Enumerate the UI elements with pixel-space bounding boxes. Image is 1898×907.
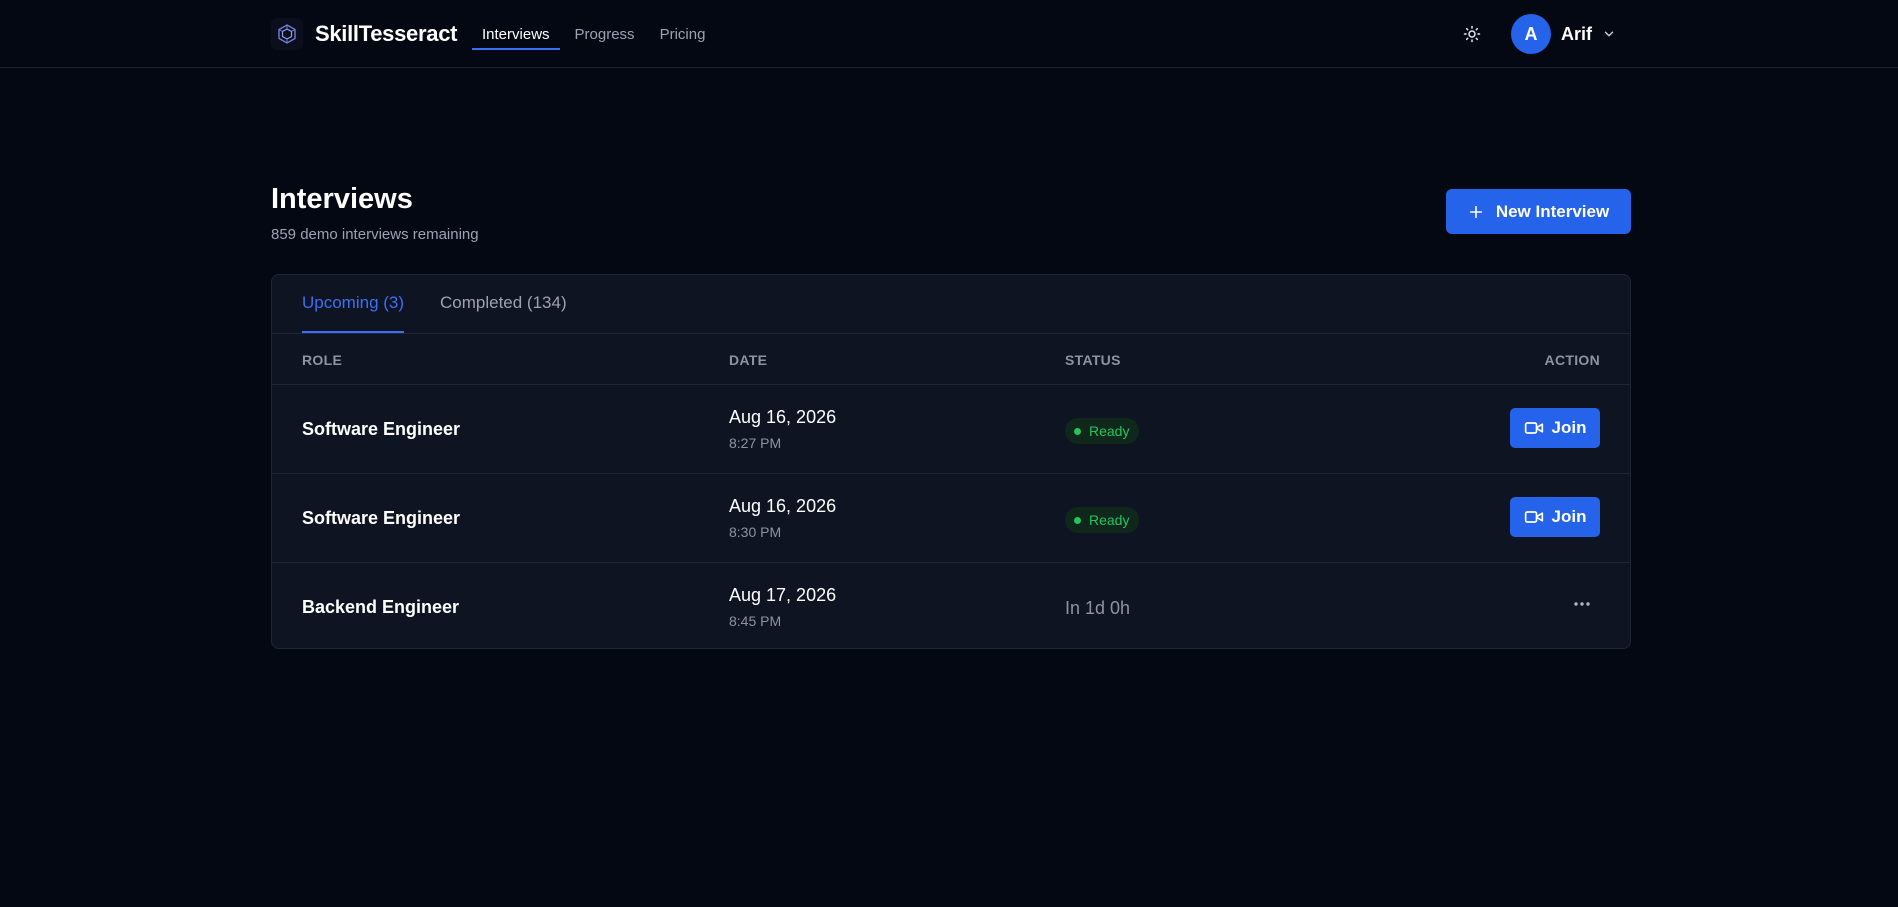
more-actions-button[interactable] bbox=[1570, 597, 1594, 611]
column-header-status: STATUS bbox=[1065, 352, 1121, 368]
video-camera-icon bbox=[1524, 509, 1544, 525]
table-row: Backend Engineer Aug 17, 2026 8:45 PM In… bbox=[272, 563, 1630, 648]
plus-icon bbox=[1468, 204, 1484, 220]
status-badge-label: Ready bbox=[1089, 512, 1130, 528]
date-cell: Aug 17, 2026 bbox=[729, 585, 837, 605]
video-camera-icon bbox=[1524, 420, 1544, 436]
time-cell: 8:30 PM bbox=[729, 524, 782, 540]
tab-upcoming[interactable]: Upcoming (3) bbox=[302, 293, 405, 333]
new-interview-button[interactable]: New Interview bbox=[1446, 189, 1631, 234]
date-cell: Aug 16, 2026 bbox=[729, 496, 837, 516]
status-countdown: In 1d 0h bbox=[1065, 598, 1131, 618]
role-cell: Backend Engineer bbox=[302, 597, 460, 617]
role-cell: Software Engineer bbox=[302, 508, 461, 528]
tab-completed[interactable]: Completed (134) bbox=[440, 293, 567, 313]
join-button-label: Join bbox=[1551, 418, 1587, 437]
user-name: Arif bbox=[1561, 23, 1592, 44]
column-header-date: DATE bbox=[729, 352, 768, 368]
top-navigation-bar: SkillTesseract Interviews Progress Prici… bbox=[0, 0, 1898, 68]
user-menu[interactable]: A Arif bbox=[1511, 14, 1616, 54]
chevron-down-icon bbox=[1602, 27, 1616, 41]
interview-tabs: Upcoming (3) Completed (134) bbox=[272, 275, 1630, 334]
date-cell: Aug 16, 2026 bbox=[729, 407, 837, 427]
table-row: Software Engineer Aug 16, 2026 8:27 PM R… bbox=[272, 385, 1630, 474]
status-badge: Ready bbox=[1065, 418, 1140, 444]
column-header-role: ROLE bbox=[302, 352, 343, 368]
role-cell: Software Engineer bbox=[302, 419, 461, 439]
new-interview-label: New Interview bbox=[1495, 201, 1610, 221]
page-title: Interviews bbox=[271, 183, 413, 215]
status-dot-icon bbox=[1074, 516, 1081, 524]
join-button[interactable]: Join bbox=[1510, 408, 1600, 448]
table-row: Software Engineer Aug 16, 2026 8:30 PM R… bbox=[272, 474, 1630, 563]
sun-icon bbox=[1463, 25, 1481, 43]
status-badge-label: Ready bbox=[1089, 423, 1130, 439]
more-horizontal-icon bbox=[1574, 602, 1590, 606]
join-button[interactable]: Join bbox=[1510, 497, 1600, 537]
avatar: A bbox=[1511, 14, 1551, 54]
theme-toggle-button[interactable] bbox=[1460, 22, 1484, 46]
time-cell: 8:45 PM bbox=[729, 613, 782, 629]
main-nav: Interviews Progress Pricing bbox=[472, 0, 720, 68]
time-cell: 8:27 PM bbox=[729, 435, 782, 451]
nav-item-pricing[interactable]: Pricing bbox=[650, 0, 716, 68]
status-badge: Ready bbox=[1065, 507, 1140, 533]
join-button-label: Join bbox=[1551, 507, 1587, 526]
column-header-action: ACTION bbox=[1544, 352, 1600, 368]
nav-item-interviews[interactable]: Interviews bbox=[472, 0, 560, 68]
interviews-card: Upcoming (3) Completed (134) ROLE DATE S… bbox=[271, 274, 1631, 649]
logo-icon bbox=[271, 18, 303, 50]
table-header: ROLE DATE STATUS ACTION bbox=[272, 334, 1630, 385]
nav-item-progress[interactable]: Progress bbox=[565, 0, 645, 68]
brand[interactable]: SkillTesseract bbox=[271, 17, 457, 51]
brand-name: SkillTesseract bbox=[315, 21, 458, 46]
remaining-count-text: 859 demo interviews remaining bbox=[271, 226, 479, 243]
status-dot-icon bbox=[1074, 427, 1081, 435]
